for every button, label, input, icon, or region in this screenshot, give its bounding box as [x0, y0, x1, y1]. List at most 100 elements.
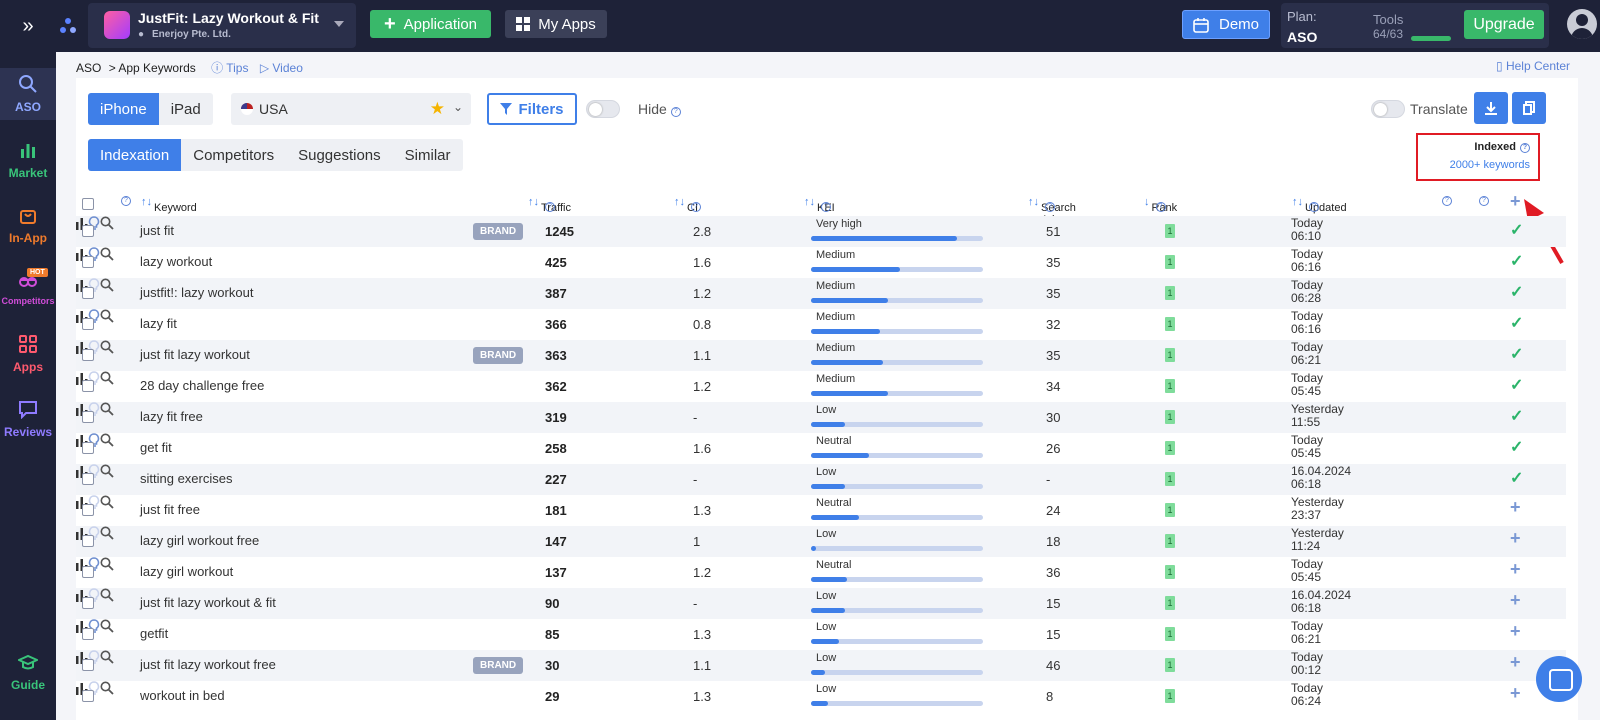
search-icon[interactable] — [100, 340, 114, 354]
table-row[interactable]: lazy girl workout 137 1.2 Neutral 36 1 Today 05… — [76, 557, 1566, 588]
help-icon[interactable]: ? — [121, 196, 131, 206]
tab-suggestions[interactable]: Suggestions — [286, 139, 393, 171]
row-checkbox[interactable] — [82, 287, 94, 299]
keyword-text[interactable]: lazy girl workout — [140, 564, 233, 579]
my-apps-button[interactable]: My Apps — [505, 10, 607, 38]
help-icon[interactable]: ? — [1479, 196, 1489, 206]
sidebar-item-market[interactable]: Market — [0, 140, 56, 180]
row-checkbox[interactable] — [82, 225, 94, 237]
keyword-text[interactable]: 28 day challenge free — [140, 378, 264, 393]
search-icon[interactable] — [100, 247, 114, 261]
table-row[interactable]: justfit!: lazy workout 387 1.2 Medium 35 1 Tod… — [76, 278, 1566, 309]
tab-similar[interactable]: Similar — [393, 139, 463, 171]
table-row[interactable]: 28 day challenge free 362 1.2 Medium 34 1 Toda… — [76, 371, 1566, 402]
help-icon[interactable]: ? — [691, 202, 701, 212]
row-checkbox[interactable] — [82, 318, 94, 330]
chat-widget-button[interactable] — [1536, 656, 1582, 702]
header-ci[interactable]: ↑↓ CI? — [674, 196, 701, 214]
checkmark-icon[interactable]: ✓ — [1510, 344, 1523, 364]
table-row[interactable]: lazy workout 425 1.6 Medium 35 1 Today 06:16 ✓ — [76, 247, 1566, 278]
sidebar-item-apps[interactable]: Apps — [0, 334, 56, 374]
row-checkbox[interactable] — [82, 380, 94, 392]
table-row[interactable]: lazy fit 366 0.8 Medium 32 1 Today 06:16 ✓ — [76, 309, 1566, 340]
checkmark-icon[interactable]: ✓ — [1510, 251, 1523, 271]
sidebar-item-in-app[interactable]: In-App — [0, 205, 56, 245]
header-updated[interactable]: ↑↓ Updated? — [1292, 196, 1347, 214]
breadcrumb-root[interactable]: ASO — [76, 61, 101, 75]
search-icon[interactable] — [100, 278, 114, 292]
row-checkbox[interactable] — [82, 504, 94, 516]
download-button[interactable] — [1474, 92, 1508, 124]
upgrade-button[interactable]: Upgrade — [1464, 10, 1544, 39]
search-icon[interactable] — [100, 464, 114, 478]
video-link[interactable]: ▷ Video — [260, 61, 303, 75]
search-icon[interactable] — [100, 433, 114, 447]
header-kei[interactable]: ↑↓ KEI? — [804, 196, 835, 214]
plus-icon[interactable]: + — [1510, 497, 1521, 518]
search-icon[interactable] — [100, 309, 114, 323]
search-icon[interactable] — [100, 681, 114, 695]
add-all-icon[interactable]: + — [1510, 191, 1521, 212]
plus-icon[interactable]: + — [1510, 528, 1521, 549]
search-icon[interactable] — [100, 526, 114, 540]
tab-iphone[interactable]: iPhone — [88, 93, 159, 125]
help-icon[interactable]: ? — [1309, 202, 1319, 212]
row-checkbox[interactable] — [82, 411, 94, 423]
help-icon[interactable]: ? — [670, 107, 681, 117]
tab-ipad[interactable]: iPad — [159, 93, 213, 125]
row-checkbox[interactable] — [82, 473, 94, 485]
sidebar-item-aso[interactable]: ASO — [0, 68, 56, 120]
copy-button[interactable] — [1512, 92, 1546, 124]
table-row[interactable]: lazy girl workout free 147 1 Low 18 1 Yesterda… — [76, 526, 1566, 557]
plus-icon[interactable]: + — [1510, 652, 1521, 673]
checkmark-icon[interactable]: ✓ — [1510, 468, 1523, 488]
help-icon[interactable]: ? — [1442, 196, 1452, 206]
translate-toggle[interactable] — [1371, 100, 1405, 118]
tab-competitors[interactable]: Competitors — [181, 139, 286, 171]
help-icon[interactable]: ? — [1155, 202, 1166, 212]
demo-button[interactable]: Demo — [1182, 10, 1270, 39]
keyword-text[interactable]: just fit — [140, 223, 174, 238]
plus-icon[interactable]: + — [1510, 621, 1521, 642]
add-application-button[interactable]: + Application — [370, 10, 491, 38]
search-icon[interactable] — [100, 619, 114, 633]
keyword-text[interactable]: just fit lazy workout & fit — [140, 595, 276, 610]
table-row[interactable]: just fit lazy workout free BRAND 30 1.1 Low 4… — [76, 650, 1566, 681]
checkmark-icon[interactable]: ✓ — [1510, 313, 1523, 333]
checkmark-icon[interactable]: ✓ — [1510, 375, 1523, 395]
table-row[interactable]: just fit free 181 1.3 Neutral 24 1 Yesterday 23… — [76, 495, 1566, 526]
plus-icon[interactable]: + — [1510, 590, 1521, 611]
keyword-text[interactable]: sitting exercises — [140, 471, 232, 486]
table-row[interactable]: lazy fit free 319- Low 30 1 Yesterday 11:55 ✓ — [76, 402, 1566, 433]
keyword-text[interactable]: just fit lazy workout — [140, 347, 250, 362]
avatar[interactable] — [1567, 9, 1597, 39]
keyword-text[interactable]: workout in bed — [140, 688, 225, 703]
keyword-text[interactable]: getfit — [140, 626, 168, 641]
help-icon[interactable]: ? — [1520, 143, 1530, 153]
keyword-text[interactable]: just fit lazy workout free — [140, 657, 276, 672]
checkmark-icon[interactable]: ✓ — [1510, 220, 1523, 240]
sidebar-item-reviews[interactable]: Reviews — [0, 399, 56, 439]
tab-indexation[interactable]: Indexation — [88, 139, 182, 171]
table-row[interactable]: get fit 258 1.6 Neutral 26 1 Today 05:45 ✓ — [76, 433, 1566, 464]
plus-icon[interactable]: + — [1510, 559, 1521, 580]
keyword-text[interactable]: get fit — [140, 440, 172, 455]
help-icon[interactable]: ? — [821, 202, 831, 212]
help-icon[interactable]: ? — [545, 202, 555, 212]
hide-toggle[interactable] — [586, 100, 620, 118]
search-icon[interactable] — [100, 371, 114, 385]
table-row[interactable]: just fit lazy workout & fit 90- Low 15 1 16.0… — [76, 588, 1566, 619]
header-keyword[interactable]: ↑↓ Keyword — [141, 196, 197, 214]
table-row[interactable]: workout in bed 29 1.3 Low 8 1 Today 06:24 + — [76, 681, 1566, 712]
checkmark-icon[interactable]: ✓ — [1510, 437, 1523, 457]
header-traffic[interactable]: ↑↓ Traffic? — [528, 196, 571, 214]
indexed-value[interactable]: 2000+ keywords — [1426, 159, 1530, 171]
row-checkbox[interactable] — [82, 659, 94, 671]
help-center-link[interactable]: ▯ Help Center — [1496, 59, 1570, 73]
row-checkbox[interactable] — [82, 442, 94, 454]
expand-sidebar-icon[interactable]: » — [18, 16, 38, 36]
keyword-text[interactable]: lazy fit free — [140, 409, 203, 424]
row-checkbox[interactable] — [82, 690, 94, 702]
keyword-text[interactable]: lazy girl workout free — [140, 533, 259, 548]
row-checkbox[interactable] — [82, 256, 94, 268]
